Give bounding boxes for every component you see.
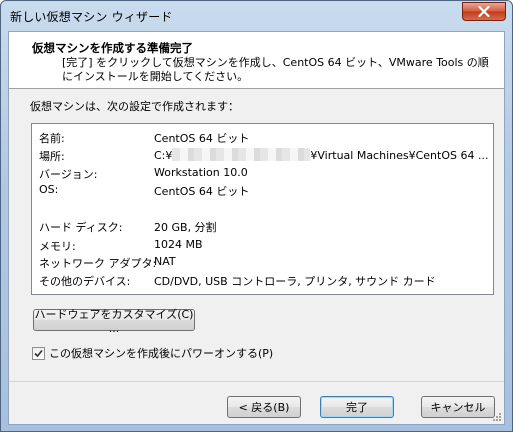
setting-row-disk: ハード ディスク: 20 GB, 分割 — [39, 219, 489, 234]
wizard-body: 仮想マシンを作成する準備完了 [完了] をクリックして仮想マシンを作成し、Cen… — [8, 31, 505, 425]
close-icon — [478, 6, 490, 17]
title-bar[interactable]: 新しい仮想マシン ウィザード — [1, 1, 512, 31]
power-on-label[interactable]: この仮想マシンを作成後にパワーオンする(P) — [49, 345, 273, 361]
setting-row-name: 名前: CentOS 64 ビット — [39, 130, 489, 145]
setting-label: OS: — [39, 183, 59, 196]
redacted-path — [172, 148, 311, 161]
back-button[interactable]: < 戻る(B) — [227, 396, 301, 418]
setting-label: バージョン: — [39, 168, 98, 181]
setting-label: 名前: — [39, 132, 65, 145]
customize-hardware-button[interactable]: ハードウェアをカスタマイズ(C) ... — [33, 308, 195, 335]
setting-label: メモリ: — [39, 240, 76, 253]
header-description: [完了] をクリックして仮想マシンを作成し、CentOS 64 ビット、VMwa… — [62, 56, 489, 83]
setting-label: ネットワーク アダプタ: — [39, 257, 157, 270]
setting-value: NAT — [154, 255, 176, 268]
setting-label: ハード ディスク: — [39, 221, 123, 234]
location-suffix: ¥Virtual Machines¥CentOS 64 ... — [310, 149, 489, 162]
setting-value: CentOS 64 ビット — [154, 132, 250, 145]
wizard-window: 新しい仮想マシン ウィザード 仮想マシンを作成する準備完了 [完了] をクリック… — [0, 0, 513, 432]
setting-label: その他のデバイス: — [39, 275, 131, 288]
setting-value: Workstation 10.0 — [154, 166, 248, 179]
window-title: 新しい仮想マシン ウィザード — [10, 9, 173, 24]
settings-summary: 名前: CentOS 64 ビット 場所: C:¥ ¥Virtual Machin… — [31, 123, 494, 295]
setting-row-memory: メモリ: 1024 MB — [39, 238, 489, 253]
setting-value: C:¥ ¥Virtual Machines¥CentOS 64 ... — [154, 148, 488, 162]
setting-row-devices: その他のデバイス: CD/DVD, USB コントローラ, プリンタ, サウンド… — [39, 273, 489, 288]
power-on-checkbox[interactable] — [32, 346, 45, 360]
intro-text: 仮想マシンは、次の設定で作成されます： — [30, 100, 239, 113]
finish-button[interactable]: 完了 — [320, 396, 394, 418]
setting-row-version: バージョン: Workstation 10.0 — [39, 166, 489, 181]
location-prefix: C:¥ — [154, 149, 173, 162]
header-title: 仮想マシンを作成する準備完了 — [32, 41, 193, 55]
setting-row-location: 場所: C:¥ ¥Virtual Machines¥CentOS 64 ... — [39, 148, 489, 163]
cancel-button[interactable]: キャンセル — [421, 396, 495, 418]
setting-row-network: ネットワーク アダプタ: NAT — [39, 255, 489, 270]
setting-value: CD/DVD, USB コントローラ, プリンタ, サウンド カード — [154, 275, 436, 288]
wizard-header: 仮想マシンを作成する準備完了 [完了] をクリックして仮想マシンを作成し、Cen… — [9, 32, 504, 89]
setting-value: 20 GB, 分割 — [154, 221, 217, 234]
power-on-option[interactable]: この仮想マシンを作成後にパワーオンする(P) — [32, 345, 273, 361]
checkmark-icon — [34, 349, 43, 357]
resize-grip-icon[interactable] — [492, 412, 502, 422]
footer-divider — [9, 381, 504, 382]
close-button[interactable] — [462, 2, 506, 21]
setting-value: 1024 MB — [154, 238, 203, 251]
setting-label: 場所: — [39, 150, 65, 163]
setting-value: CentOS 64 ビット — [154, 185, 250, 198]
setting-row-os: OS: CentOS 64 ビット — [39, 183, 489, 198]
